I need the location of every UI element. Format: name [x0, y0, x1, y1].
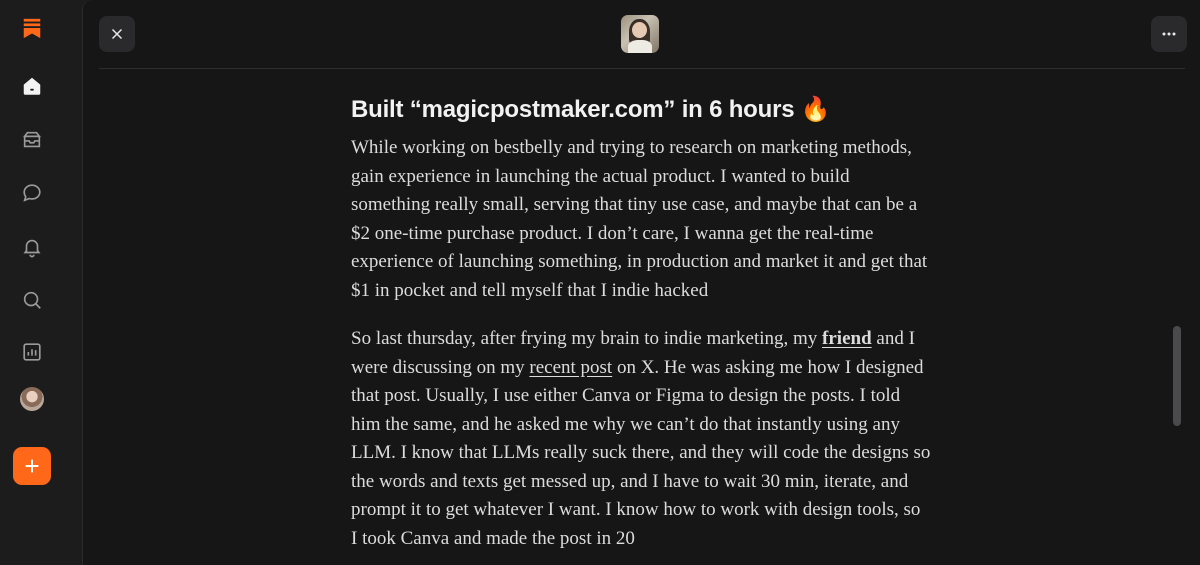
post-paragraph-1: While working on bestbelly and trying to… — [351, 137, 928, 301]
home-icon[interactable] — [14, 68, 50, 104]
stats-icon[interactable] — [14, 334, 50, 370]
scrollbar-thumb[interactable] — [1173, 326, 1181, 426]
search-icon[interactable] — [14, 282, 50, 318]
chat-icon[interactable] — [14, 175, 50, 211]
close-icon — [111, 28, 123, 40]
post-paragraph-2: So last thursday, after frying my brain … — [351, 328, 931, 549]
post-article: Built “magicpostmaker.com” in 6 hours 🔥 … — [351, 94, 931, 553]
author-avatar[interactable] — [621, 15, 659, 53]
more-options-button[interactable] — [1151, 16, 1187, 52]
post-title: Built “magicpostmaker.com” in 6 hours 🔥 — [351, 96, 831, 123]
compose-button[interactable] — [13, 447, 51, 485]
left-nav-rail — [0, 0, 64, 565]
substack-logo-icon[interactable] — [14, 10, 50, 46]
reader-header — [99, 0, 1187, 69]
profile-avatar[interactable] — [20, 387, 44, 411]
bell-icon[interactable] — [14, 229, 50, 265]
recent-post-link[interactable]: recent post — [529, 357, 612, 378]
inbox-icon[interactable] — [14, 122, 50, 158]
plus-icon — [25, 459, 39, 473]
friend-link[interactable]: friend — [822, 328, 872, 349]
close-button[interactable] — [99, 16, 135, 52]
post-reader-panel: Built “magicpostmaker.com” in 6 hours 🔥 … — [82, 0, 1200, 565]
more-horizontal-icon — [1162, 32, 1176, 36]
